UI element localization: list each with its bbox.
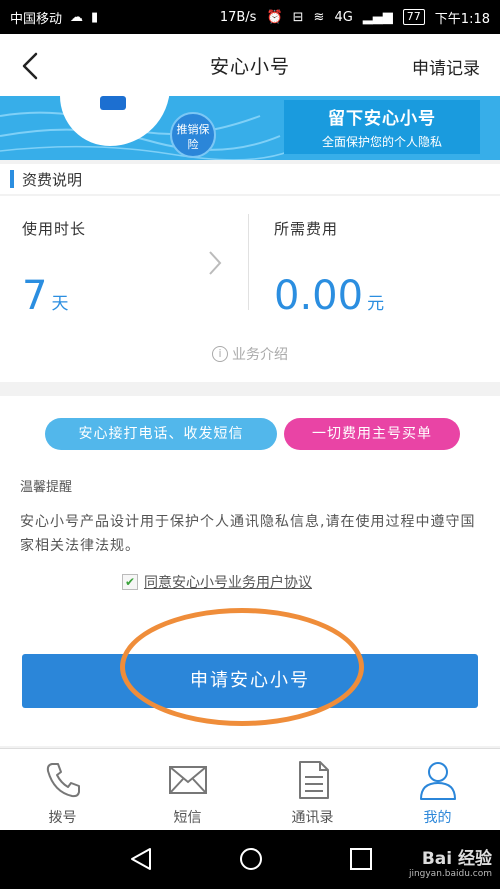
status-bar: 中国移动 ☁ ▮ 17B/s ⏰ ⊟ ≋ 4G ▂▄▆ 77 下午1:18 [0,0,500,34]
agreement-link[interactable]: 同意安心小号业务用户协议 [144,572,312,592]
cost-label: 所需费用 [274,220,339,238]
banner-headline: 留下安心小号 [328,109,436,129]
tips-title: 温馨提醒 [20,480,73,495]
weather-icon: ☁ [70,9,84,25]
apply-button[interactable]: 申请安心小号 [22,654,478,708]
wifi-icon: ≋ [313,9,325,25]
agreement-row[interactable]: ✔ 同意安心小号业务用户协议 [122,572,312,592]
section-title: 资费说明 [22,170,83,189]
tab-messages[interactable]: 短信 [125,749,250,830]
service-intro-link[interactable]: i 业务介绍 [0,344,500,364]
tab-dial[interactable]: 拨号 [0,749,125,830]
phone-icon [46,763,80,798]
banner-promo-box: 留下安心小号 全面保护您的个人隐私 [284,100,480,154]
watermark: Bai 经验 jingyan.baidu.com [409,844,492,879]
bottom-tab-bar: 拨号 短信 通讯录 我的 [0,748,500,830]
vibrate-icon: ⊟ [292,9,304,25]
network-type: 4G [334,9,353,25]
network-speed: 17B/s [219,9,257,25]
main-panel: 安心接打电话、收发短信 一切费用主号买单 温馨提醒 安心小号产品设计用于保护个人… [0,396,500,746]
nav-bar: 安心小号 申请记录 [0,34,500,96]
application-records-link[interactable]: 申请记录 [412,54,480,79]
banner-subline: 全面保护您的个人隐私 [321,135,442,149]
clock: 下午1:18 [434,11,490,27]
duration-selector[interactable]: 使用时长 7天 [22,196,222,326]
back-arrow-icon[interactable] [18,52,42,80]
watermark-url: jingyan.baidu.com [408,869,492,879]
cost-value: 0.00 元 [274,273,385,319]
carrier-name: 中国移动 [10,11,63,27]
system-nav-bar: Bai 经验 jingyan.baidu.com [0,830,500,889]
message-icon [168,766,207,794]
banner-badge: 推销保险 [170,112,216,158]
tab-profile[interactable]: 我的 [375,749,500,830]
service-intro-label: 业务介绍 [232,347,288,363]
contacts-icon [298,761,329,799]
nav-back-icon[interactable] [128,846,154,872]
info-icon: i [212,346,228,362]
feature-pill-calls: 安心接打电话、收发短信 [45,418,277,450]
duration-label: 使用时长 [22,220,87,238]
fee-section-header: 资费说明 [0,164,500,194]
agreement-checkbox[interactable]: ✔ [122,574,138,590]
tab-label: 我的 [423,810,452,826]
chevron-right-icon[interactable] [205,248,225,278]
feature-pill-billing: 一切费用主号买单 [284,418,460,450]
promo-banner[interactable]: 推销保险 留下安心小号 全面保护您的个人隐私 [0,96,500,160]
tab-label: 短信 [173,810,202,826]
section-marker [10,170,14,188]
fee-panel: 使用时长 7天 所需费用 0.00 元 i 业务介绍 [0,196,500,382]
cost-display: 所需费用 0.00 元 [274,196,474,326]
watermark-logo: Bai 经验 [421,849,492,869]
page-title: 安心小号 [209,55,290,78]
battery-level: 77 [402,9,425,25]
alarm-icon: ⏰ [266,9,283,25]
profile-icon [419,762,456,800]
tab-contacts[interactable]: 通讯录 [250,749,375,830]
banner-illustration-phone [100,96,126,110]
nav-home-icon[interactable] [238,846,264,872]
tips-body: 安心小号产品设计用于保护个人通讯隐私信息,请在使用过程中遵守国家相关法律法规。 [20,514,476,554]
divider [248,214,249,310]
battery-lock-icon: ▮ [91,9,99,25]
signal-icon: ▂▄▆ [362,9,393,25]
nav-recents-icon[interactable] [348,846,374,872]
duration-value: 7天 [22,273,69,319]
tab-label: 拨号 [48,810,77,826]
tab-label: 通讯录 [291,810,334,826]
